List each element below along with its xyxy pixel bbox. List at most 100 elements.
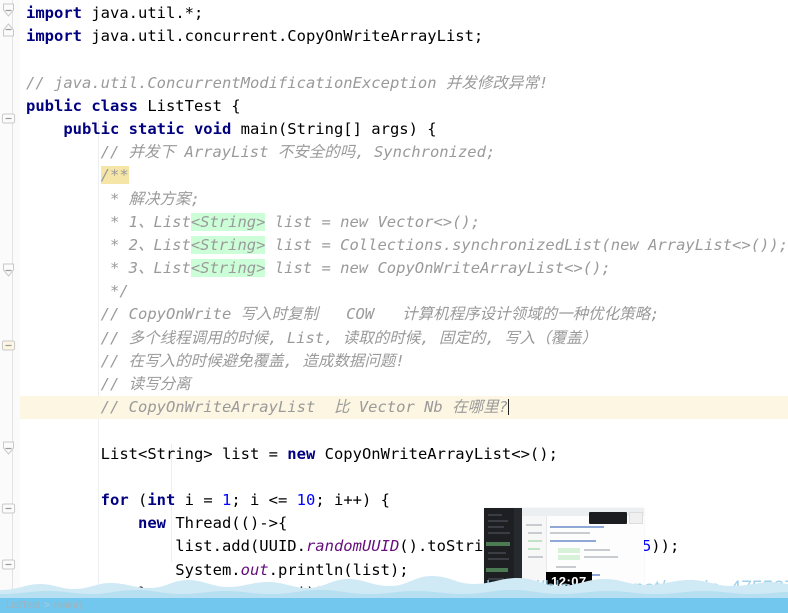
code-line[interactable]: public class ListTest {	[20, 95, 788, 118]
thumb-tree-row	[526, 524, 542, 526]
thumb-line	[486, 568, 508, 572]
thumb-line	[488, 526, 504, 528]
fold-marker-collapsed-current[interactable]	[0, 337, 17, 354]
code-line[interactable]: // 读写分离	[20, 373, 788, 396]
fold-marker-collapsed[interactable]	[0, 500, 17, 517]
thumb-tree-row	[528, 540, 542, 542]
video-timecode: 12:07	[546, 572, 592, 592]
thumb-highlight-box	[558, 548, 580, 553]
code-line[interactable]	[20, 419, 788, 442]
code-token: // 并发下 ArrayList 不安全的吗, Synchronized;	[26, 143, 496, 162]
code-token: main(String[] args) {	[231, 119, 437, 138]
code-token: // CopyOnWrite 写入时复制 COW 计算机程序设计领域的一种优化策…	[26, 305, 660, 324]
thumb-line	[488, 514, 502, 516]
code-line[interactable]: /**	[20, 164, 788, 187]
thumb-dark-sidebar-2	[514, 508, 522, 598]
code-line[interactable]: for (int i = 1; i <= 10; i++) {	[20, 489, 788, 512]
code-lines-container[interactable]: import java.util.*; import java.util.conc…	[20, 0, 788, 613]
code-token: // java.util.ConcurrentModificationExcep…	[26, 73, 549, 92]
code-token: * 2、List	[26, 235, 191, 254]
code-line[interactable]: list.add(UUID.randomUUID().toString().su…	[20, 535, 788, 558]
fold-marker-expanded-bottom[interactable]	[0, 21, 17, 38]
code-line[interactable]: // CopyOnWrite 写入时复制 COW 计算机程序设计领域的一种优化策…	[20, 303, 788, 326]
code-token: ; i <=	[231, 490, 297, 509]
code-token: ; i++) {	[315, 490, 390, 509]
thumb-code-row	[584, 549, 610, 551]
code-token: System.	[26, 560, 241, 579]
code-line[interactable]: // java.util.ConcurrentModificationExcep…	[20, 72, 788, 95]
code-line[interactable]: * 3、List<String> list = new CopyOnWriteA…	[20, 257, 788, 280]
code-token: */	[26, 282, 129, 301]
code-token: (	[128, 490, 148, 509]
code-line[interactable]: // CopyOnWriteArrayList 比 Vector Nb 在哪里?	[20, 396, 788, 420]
code-token: out	[240, 560, 269, 579]
code-line[interactable]: System.out.println(list);	[20, 559, 788, 582]
code-token: int	[147, 490, 176, 509]
code-line[interactable]: import java.util.*;	[20, 2, 788, 25]
code-token: .println(list);	[268, 560, 409, 579]
code-line[interactable]: // 并发下 ArrayList 不安全的吗, Synchronized;	[20, 141, 788, 164]
code-line[interactable]: public static void main(String[] args) {	[20, 118, 788, 141]
code-line[interactable]: * 1、List<String> list = new Vector<>();	[20, 211, 788, 234]
code-token: // CopyOnWriteArrayList 比 Vector Nb 在哪里?	[26, 398, 508, 417]
bilibili-tv-play-icon[interactable]	[722, 517, 782, 577]
code-line[interactable]	[20, 466, 788, 489]
code-token: java.util.concurrent.CopyOnWriteArrayLis…	[82, 27, 484, 46]
code-token: <String>	[190, 212, 266, 231]
thumb-popup-dark	[589, 512, 627, 524]
code-line[interactable]: * 2、List<String> list = Collections.sync…	[20, 234, 788, 257]
code-token: 10	[296, 490, 316, 509]
code-line[interactable]: // 在写入的时候避免覆盖, 造成数据问题!	[20, 350, 788, 373]
code-token: 1	[222, 490, 232, 509]
code-token: new	[287, 444, 316, 463]
code-token: java.util.*;	[82, 4, 204, 22]
thumb-line	[488, 552, 506, 554]
status-bar	[0, 598, 788, 613]
code-token: list = Collections.synchronizedList(new …	[265, 235, 788, 254]
thumb-tree-row	[528, 532, 542, 534]
code-token: randomUUID	[305, 537, 400, 556]
thumb-popup-light	[629, 512, 643, 524]
code-line[interactable]	[20, 48, 788, 71]
thumb-line	[488, 532, 510, 534]
code-line[interactable]: new Thread(()->{	[20, 512, 788, 535]
code-line[interactable]: * 解决方案;	[20, 188, 788, 211]
code-token: <String>	[190, 259, 266, 278]
code-token: /**	[100, 166, 129, 185]
code-editor-area[interactable]: import java.util.*; import java.util.conc…	[20, 0, 788, 613]
breadcrumb-method[interactable]: main()	[54, 600, 82, 611]
fold-marker-collapsed[interactable]	[0, 110, 17, 127]
code-token: ));	[651, 537, 680, 556]
code-line[interactable]: List<String> list = new CopyOnWriteArray…	[20, 443, 788, 466]
thumb-code-row	[550, 540, 596, 542]
fold-marker-collapsed[interactable]	[0, 556, 17, 573]
fold-marker-expanded-top[interactable]	[0, 440, 17, 457]
thumb-code-row	[556, 566, 576, 568]
code-token: list = new Vector<>();	[265, 212, 481, 231]
code-token: public static void	[63, 119, 232, 138]
code-token: // 多个线程调用的时候, List, 读取的时候, 固定的, 写入（覆盖）	[26, 328, 598, 347]
thumb-code-row	[584, 556, 618, 558]
code-token: list = new CopyOnWriteArrayList<>();	[265, 259, 611, 278]
code-token: new	[137, 514, 166, 533]
code-token: for	[100, 490, 129, 509]
thumb-line	[488, 588, 507, 590]
code-line[interactable]: import java.util.concurrent.CopyOnWriteA…	[20, 25, 788, 48]
code-line[interactable]: // 多个线程调用的时候, List, 读取的时候, 固定的, 写入（覆盖）	[20, 327, 788, 350]
fold-marker-expanded-top[interactable]	[0, 2, 17, 19]
thumb-line	[488, 578, 504, 580]
breadcrumb[interactable]: ListTest > main()	[6, 598, 82, 613]
code-token: // 在写入的时候避免覆盖, 造成数据问题!	[26, 351, 405, 370]
code-line[interactable]: */	[20, 280, 788, 303]
code-token: import	[26, 4, 82, 22]
thumb-code-row	[550, 526, 604, 528]
breadcrumb-class[interactable]: ListTest	[6, 600, 40, 611]
breadcrumb-separator: >	[43, 600, 50, 611]
thumb-line	[486, 542, 510, 546]
code-token: * 1、List	[26, 212, 191, 231]
thumb-tree-row	[528, 556, 543, 558]
thumb-highlight-box	[558, 555, 580, 560]
fold-marker-expanded-top[interactable]	[0, 262, 17, 279]
